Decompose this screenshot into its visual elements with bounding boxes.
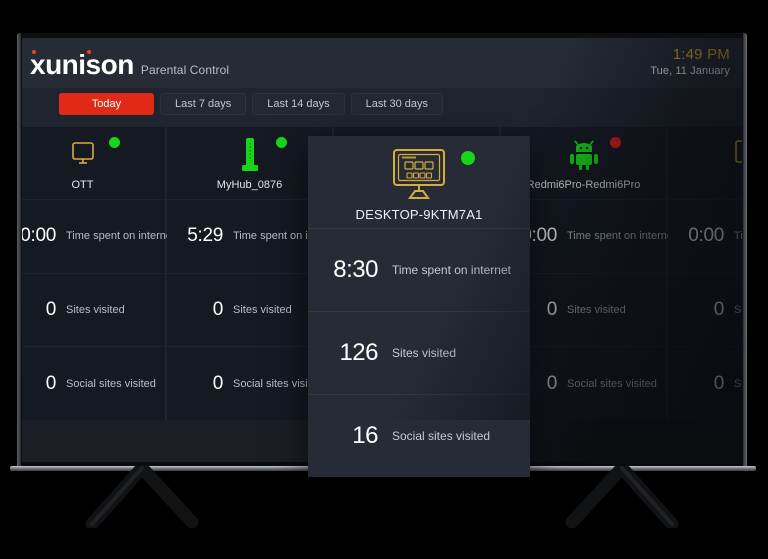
status-dot-online-icon — [275, 137, 287, 148]
popup-stat-social: 16 Social sites visited — [308, 394, 530, 477]
popup-stat-sites: 126 Sites visited — [308, 311, 530, 394]
logo-dot-x-icon — [32, 50, 36, 54]
stat-social-label: Social sites visited — [567, 377, 657, 390]
device-icon-row — [706, 133, 742, 177]
tv-frame-right-edge — [743, 33, 747, 469]
device-card-m[interactable]: M 0:00 Time spent on internet 0 Sites vi… — [668, 127, 742, 420]
stat-sites-value: 0 — [45, 299, 57, 320]
stat-sites-label: Sites visited — [734, 304, 742, 316]
stat-sites-label: Sites visited — [233, 304, 292, 316]
device-card-header: M — [668, 127, 742, 199]
device-name: MyHub_0876 — [216, 179, 283, 191]
stat-social: 0 Social sites visited — [668, 346, 742, 420]
tv-leg-right — [560, 461, 690, 531]
tv-icon — [71, 142, 94, 164]
stat-time-label: Time spent on internet — [66, 230, 176, 243]
tv-leg-left — [80, 461, 210, 531]
device-name: OTT — [71, 179, 94, 191]
popup-stat-social-value: 16 — [352, 422, 378, 449]
stat-social: 0 Social sites visited — [22, 346, 165, 420]
desktop-icon — [734, 140, 742, 163]
stat-social-label: Social sites visited — [66, 377, 156, 390]
stat-sites: 0 Sites visited — [22, 272, 165, 347]
router-icon — [241, 138, 258, 171]
clock-date: Tue, 11 January — [650, 65, 730, 77]
stat-time: 0:00 Time spent on internet — [22, 199, 175, 273]
stat-social-label: Social sites visited — [734, 377, 742, 390]
logo-text: xunison — [30, 49, 134, 80]
stat-sites-label: Sites visited — [567, 304, 626, 316]
popup-stat-time-label: Time spent on internet — [392, 263, 511, 277]
popup-stat-time: 8:30 Time spent on internet — [308, 228, 530, 311]
stat-sites-value: 0 — [212, 299, 224, 320]
stat-time-label: Time spent on internet — [734, 230, 742, 243]
popup-header: DESKTOP-9KTM7A1 — [308, 136, 530, 228]
popup-device-name: DESKTOP-9KTM7A1 — [355, 206, 483, 222]
stat-social-value: 0 — [212, 372, 224, 394]
popup-stat-time-value: 8:30 — [333, 256, 378, 283]
stat-time: 0:00 Time spent on internet — [668, 199, 742, 273]
app-header: xunison Parental Control 1:49 PM Tue, 11… — [22, 38, 742, 88]
stat-time-value: 0:00 — [688, 225, 724, 247]
stat-social-value: 0 — [45, 372, 57, 394]
stat-time-label: Time spent on internet — [567, 230, 677, 243]
desktop-icon — [393, 148, 445, 199]
device-card-ott[interactable]: OTT 0:00 Time spent on internet 0 Sites … — [22, 127, 175, 420]
tv-frame-left-edge — [17, 33, 21, 469]
clock-time: 1:49 PM — [672, 46, 730, 63]
logo-dot-i-icon — [87, 50, 91, 54]
stat-sites-label: Sites visited — [66, 304, 125, 316]
status-dot-offline-icon — [609, 137, 621, 148]
device-icon-row — [539, 133, 629, 177]
screenshot-root: xunison Parental Control 1:49 PM Tue, 11… — [0, 0, 768, 559]
logo-wordmark: xunison — [30, 49, 134, 80]
stat-social-value: 0 — [713, 372, 725, 394]
device-name: Redmi6Pro-Redmi6Pro — [526, 179, 641, 191]
stat-sites-value: 0 — [713, 299, 725, 320]
popup-icon-row — [359, 148, 479, 201]
tab-last-14-days[interactable]: Last 14 days — [252, 93, 345, 115]
app-subtitle: Parental Control — [140, 63, 230, 77]
stat-sites: 0 Sites visited — [668, 272, 742, 347]
status-dot-online-icon — [461, 150, 475, 165]
device-icon-row — [205, 133, 295, 177]
clock: 1:49 PM Tue, 11 January — [650, 46, 730, 77]
device-icon-row — [38, 133, 128, 177]
popup-stat-social-label: Social sites visited — [392, 429, 491, 443]
tab-today[interactable]: Today — [59, 93, 154, 115]
android-icon — [569, 140, 598, 170]
tab-last-7-days[interactable]: Last 7 days — [160, 93, 247, 115]
date-range-tabs: Today Last 7 days Last 14 days Last 30 d… — [59, 93, 444, 115]
selected-device-popup[interactable]: DESKTOP-9KTM7A1 8:30 Time spent on inter… — [308, 136, 530, 477]
brand-logo: xunison Parental Control — [30, 49, 230, 80]
stat-time-value: 5:29 — [187, 225, 223, 247]
tab-last-30-days[interactable]: Last 30 days — [350, 93, 444, 115]
device-card-header: OTT — [22, 127, 165, 199]
popup-stat-sites-value: 126 — [339, 339, 378, 366]
popup-stat-sites-label: Sites visited — [392, 346, 457, 360]
status-dot-online-icon — [108, 137, 120, 148]
stat-time-value: 0:00 — [22, 225, 56, 247]
